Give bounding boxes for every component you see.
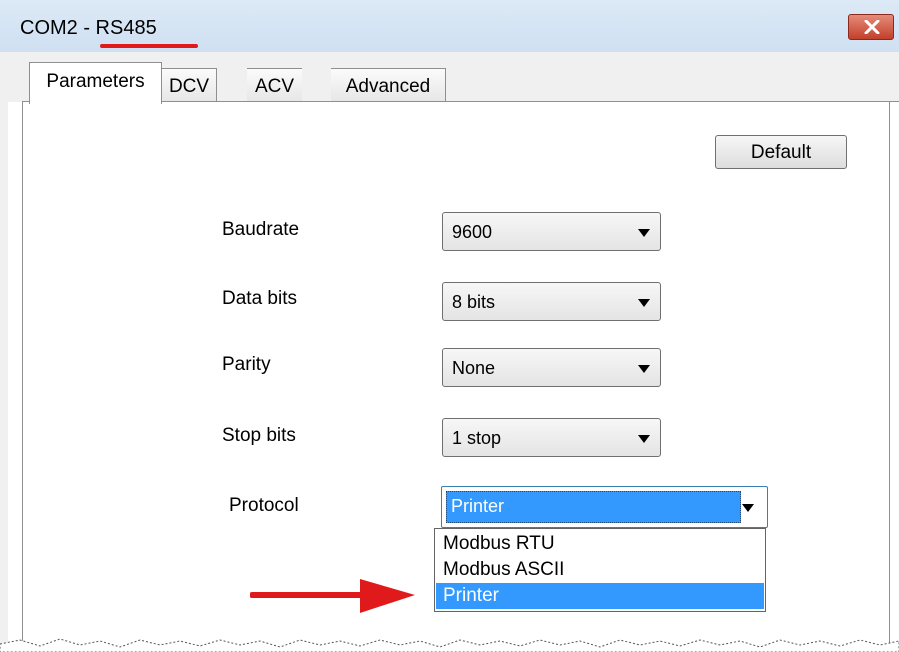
close-button[interactable]: [848, 14, 894, 40]
option-modbus-ascii[interactable]: Modbus ASCII: [436, 557, 764, 583]
tab-gap: [302, 68, 331, 102]
option-printer[interactable]: Printer: [436, 583, 764, 609]
default-button[interactable]: Default: [715, 135, 847, 169]
window-left-frame: [0, 52, 8, 652]
torn-edge-decoration: [0, 638, 899, 652]
data-bits-select[interactable]: 8 bits: [442, 282, 661, 321]
red-arrow-annotation: [250, 579, 415, 613]
protocol-label: Protocol: [229, 495, 299, 516]
data-bits-value: 8 bits: [452, 292, 496, 312]
protocol-value: Printer: [451, 496, 505, 516]
baudrate-value: 9600: [452, 222, 493, 242]
chevron-down-icon: [638, 435, 650, 443]
data-bits-label: Data bits: [222, 288, 297, 309]
stop-bits-label: Stop bits: [222, 425, 296, 446]
title-bar: COM2 - RS485: [0, 0, 899, 53]
option-modbus-rtu[interactable]: Modbus RTU: [436, 531, 764, 557]
chevron-down-icon: [638, 365, 650, 373]
dialog-window: COM2 - RS485 Parameters DCV ACV Advanced…: [0, 0, 899, 652]
parity-select[interactable]: None: [442, 348, 661, 387]
tab-dcv[interactable]: DCV: [161, 68, 217, 102]
tab-gap: [217, 68, 247, 102]
chevron-down-icon: [638, 229, 650, 237]
panel-right-border: [889, 101, 890, 652]
red-underline-annotation: [100, 44, 198, 48]
tab-advanced[interactable]: Advanced: [330, 68, 446, 102]
tab-parameters[interactable]: Parameters: [29, 62, 162, 104]
window-title: COM2 - RS485: [20, 17, 157, 39]
chevron-down-icon: [742, 504, 754, 512]
protocol-select[interactable]: Printer: [441, 486, 768, 528]
baudrate-label: Baudrate: [222, 219, 300, 240]
chevron-down-icon: [638, 299, 650, 307]
tab-acv[interactable]: ACV: [246, 68, 303, 102]
baudrate-select[interactable]: 9600: [442, 212, 661, 251]
parity-value: None: [452, 358, 496, 378]
protocol-dropdown-list: Modbus RTU Modbus ASCII Printer: [434, 528, 766, 612]
stop-bits-select[interactable]: 1 stop: [442, 418, 661, 457]
stop-bits-value: 1 stop: [452, 428, 502, 448]
parity-label: Parity: [222, 354, 271, 375]
close-icon: [864, 20, 880, 34]
